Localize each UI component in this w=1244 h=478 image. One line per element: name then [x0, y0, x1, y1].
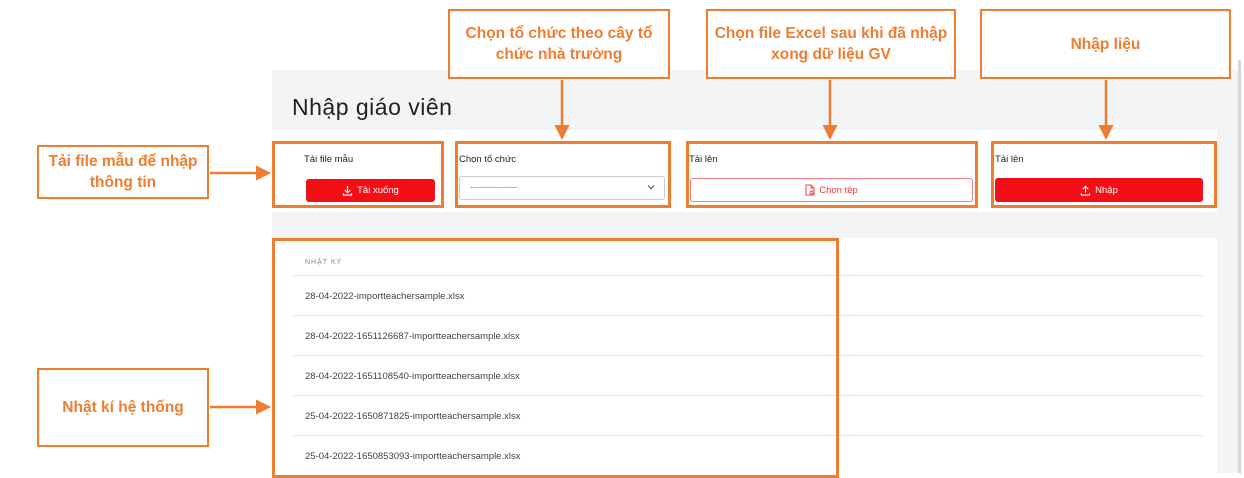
annotation-arrows: [210, 80, 1114, 415]
